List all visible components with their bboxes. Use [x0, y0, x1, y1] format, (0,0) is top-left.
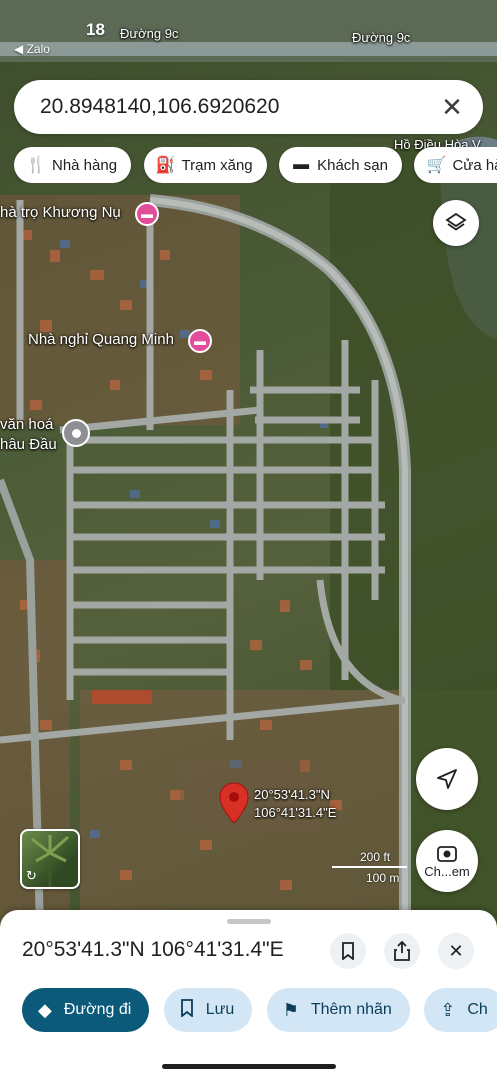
- scale-bar: [332, 866, 407, 868]
- lens-label: Ch...em: [424, 863, 470, 879]
- chip-restaurants[interactable]: 🍴 Nhà hàng: [14, 147, 132, 183]
- chip-label: Cửa hà: [452, 156, 497, 174]
- scale-feet: 200 ft: [360, 850, 391, 864]
- close-icon[interactable]: ✕: [437, 92, 467, 122]
- bookmark-icon: [180, 998, 194, 1022]
- status-bar: 18 ◀ Zalo: [0, 0, 497, 60]
- share-action-button[interactable]: ⇪ Ch: [424, 988, 497, 1032]
- flag-icon: ⚑: [282, 999, 299, 1020]
- status-time: 18: [86, 20, 105, 39]
- pin-longitude: 106°41'31.4"E: [254, 805, 337, 820]
- chip-label: Trạm xăng: [181, 156, 253, 174]
- landmark-poi-icon[interactable]: [62, 419, 90, 447]
- guesthouse-label-quang-minh[interactable]: Nhà nghỉ Quang Minh: [28, 331, 174, 348]
- pin-coordinates-label: 20°53'41.3"N 106°41'31.4"E: [254, 786, 336, 822]
- gas-station-icon: ⛽: [155, 157, 176, 174]
- sheet-drag-handle[interactable]: [227, 919, 271, 924]
- bookmark-icon: [342, 942, 354, 960]
- category-chips: 🍴 Nhà hàng ⛽ Trạm xăng ▬ Khách sạn 🛒 Cửa…: [14, 147, 497, 183]
- navigation-arrow-icon: [437, 769, 457, 789]
- share-icon: ⇪: [440, 999, 456, 1020]
- share-button[interactable]: [384, 933, 420, 969]
- layers-icon: [445, 212, 467, 231]
- share-icon: [394, 941, 410, 961]
- lens-button[interactable]: Ch...em: [416, 830, 478, 892]
- save-button[interactable]: [330, 933, 366, 969]
- action-buttons-row: ◆ Đường đi Lưu ⚑ Thêm nhãn ⇪ Ch: [22, 988, 497, 1034]
- culture-house-label-line2[interactable]: hâu Đầu: [0, 436, 57, 453]
- red-pin-icon: [219, 782, 249, 824]
- action-label: Đường đi: [63, 1001, 132, 1018]
- chip-label: Khách sạn: [317, 156, 388, 174]
- pin-latitude: 20°53'41.3"N: [254, 787, 330, 802]
- chip-shops[interactable]: 🛒 Cửa hà: [414, 147, 497, 183]
- culture-house-label[interactable]: văn hoá: [0, 416, 53, 433]
- scale-meters: 100 m: [366, 871, 400, 885]
- rotate-360-icon: ↻: [26, 868, 37, 883]
- sheet-title-coordinates: 20°53'41.3"N 106°41'31.4"E: [22, 938, 284, 961]
- street-label-left: Đường 9c: [120, 26, 179, 41]
- add-label-button[interactable]: ⚑ Thêm nhãn: [266, 988, 410, 1032]
- hotel-poi-icon[interactable]: ▬: [188, 329, 212, 353]
- place-bottom-sheet[interactable]: 20°53'41.3"N 106°41'31.4"E ✕ ◆ Đường đi …: [0, 910, 497, 1080]
- back-to-app-link[interactable]: ◀ Zalo: [14, 42, 50, 56]
- hotel-icon: ▬: [293, 156, 310, 173]
- search-bar[interactable]: 20.8948140,106.6920620 ✕: [14, 80, 483, 134]
- chip-gas-stations[interactable]: ⛽ Trạm xăng: [143, 147, 267, 183]
- guesthouse-label-khuong-nu[interactable]: hà trọ Khương Nụ: [0, 204, 121, 221]
- chip-hotels[interactable]: ▬ Khách sạn: [279, 147, 402, 183]
- camera-lens-icon: [437, 845, 457, 862]
- hotel-poi-icon[interactable]: ▬: [135, 202, 159, 226]
- close-sheet-button[interactable]: ✕: [438, 933, 474, 969]
- home-indicator: [162, 1064, 336, 1069]
- restaurant-icon: 🍴: [26, 157, 46, 174]
- directions-icon: ◆: [38, 999, 52, 1020]
- save-action-button[interactable]: Lưu: [163, 988, 253, 1032]
- street-label-right: Đường 9c: [352, 30, 411, 45]
- layers-button[interactable]: [433, 200, 479, 246]
- chip-label: Nhà hàng: [52, 156, 118, 174]
- my-location-button[interactable]: [416, 748, 478, 810]
- directions-button[interactable]: ◆ Đường đi: [22, 988, 150, 1032]
- action-label: Ch: [467, 1001, 488, 1018]
- close-icon: ✕: [448, 940, 464, 961]
- shopping-cart-icon: 🛒: [426, 157, 447, 174]
- street-view-thumbnail[interactable]: ↻: [20, 829, 80, 889]
- action-label: Lưu: [205, 1001, 235, 1018]
- action-label: Thêm nhãn: [310, 1001, 392, 1018]
- search-input[interactable]: 20.8948140,106.6920620: [40, 95, 437, 119]
